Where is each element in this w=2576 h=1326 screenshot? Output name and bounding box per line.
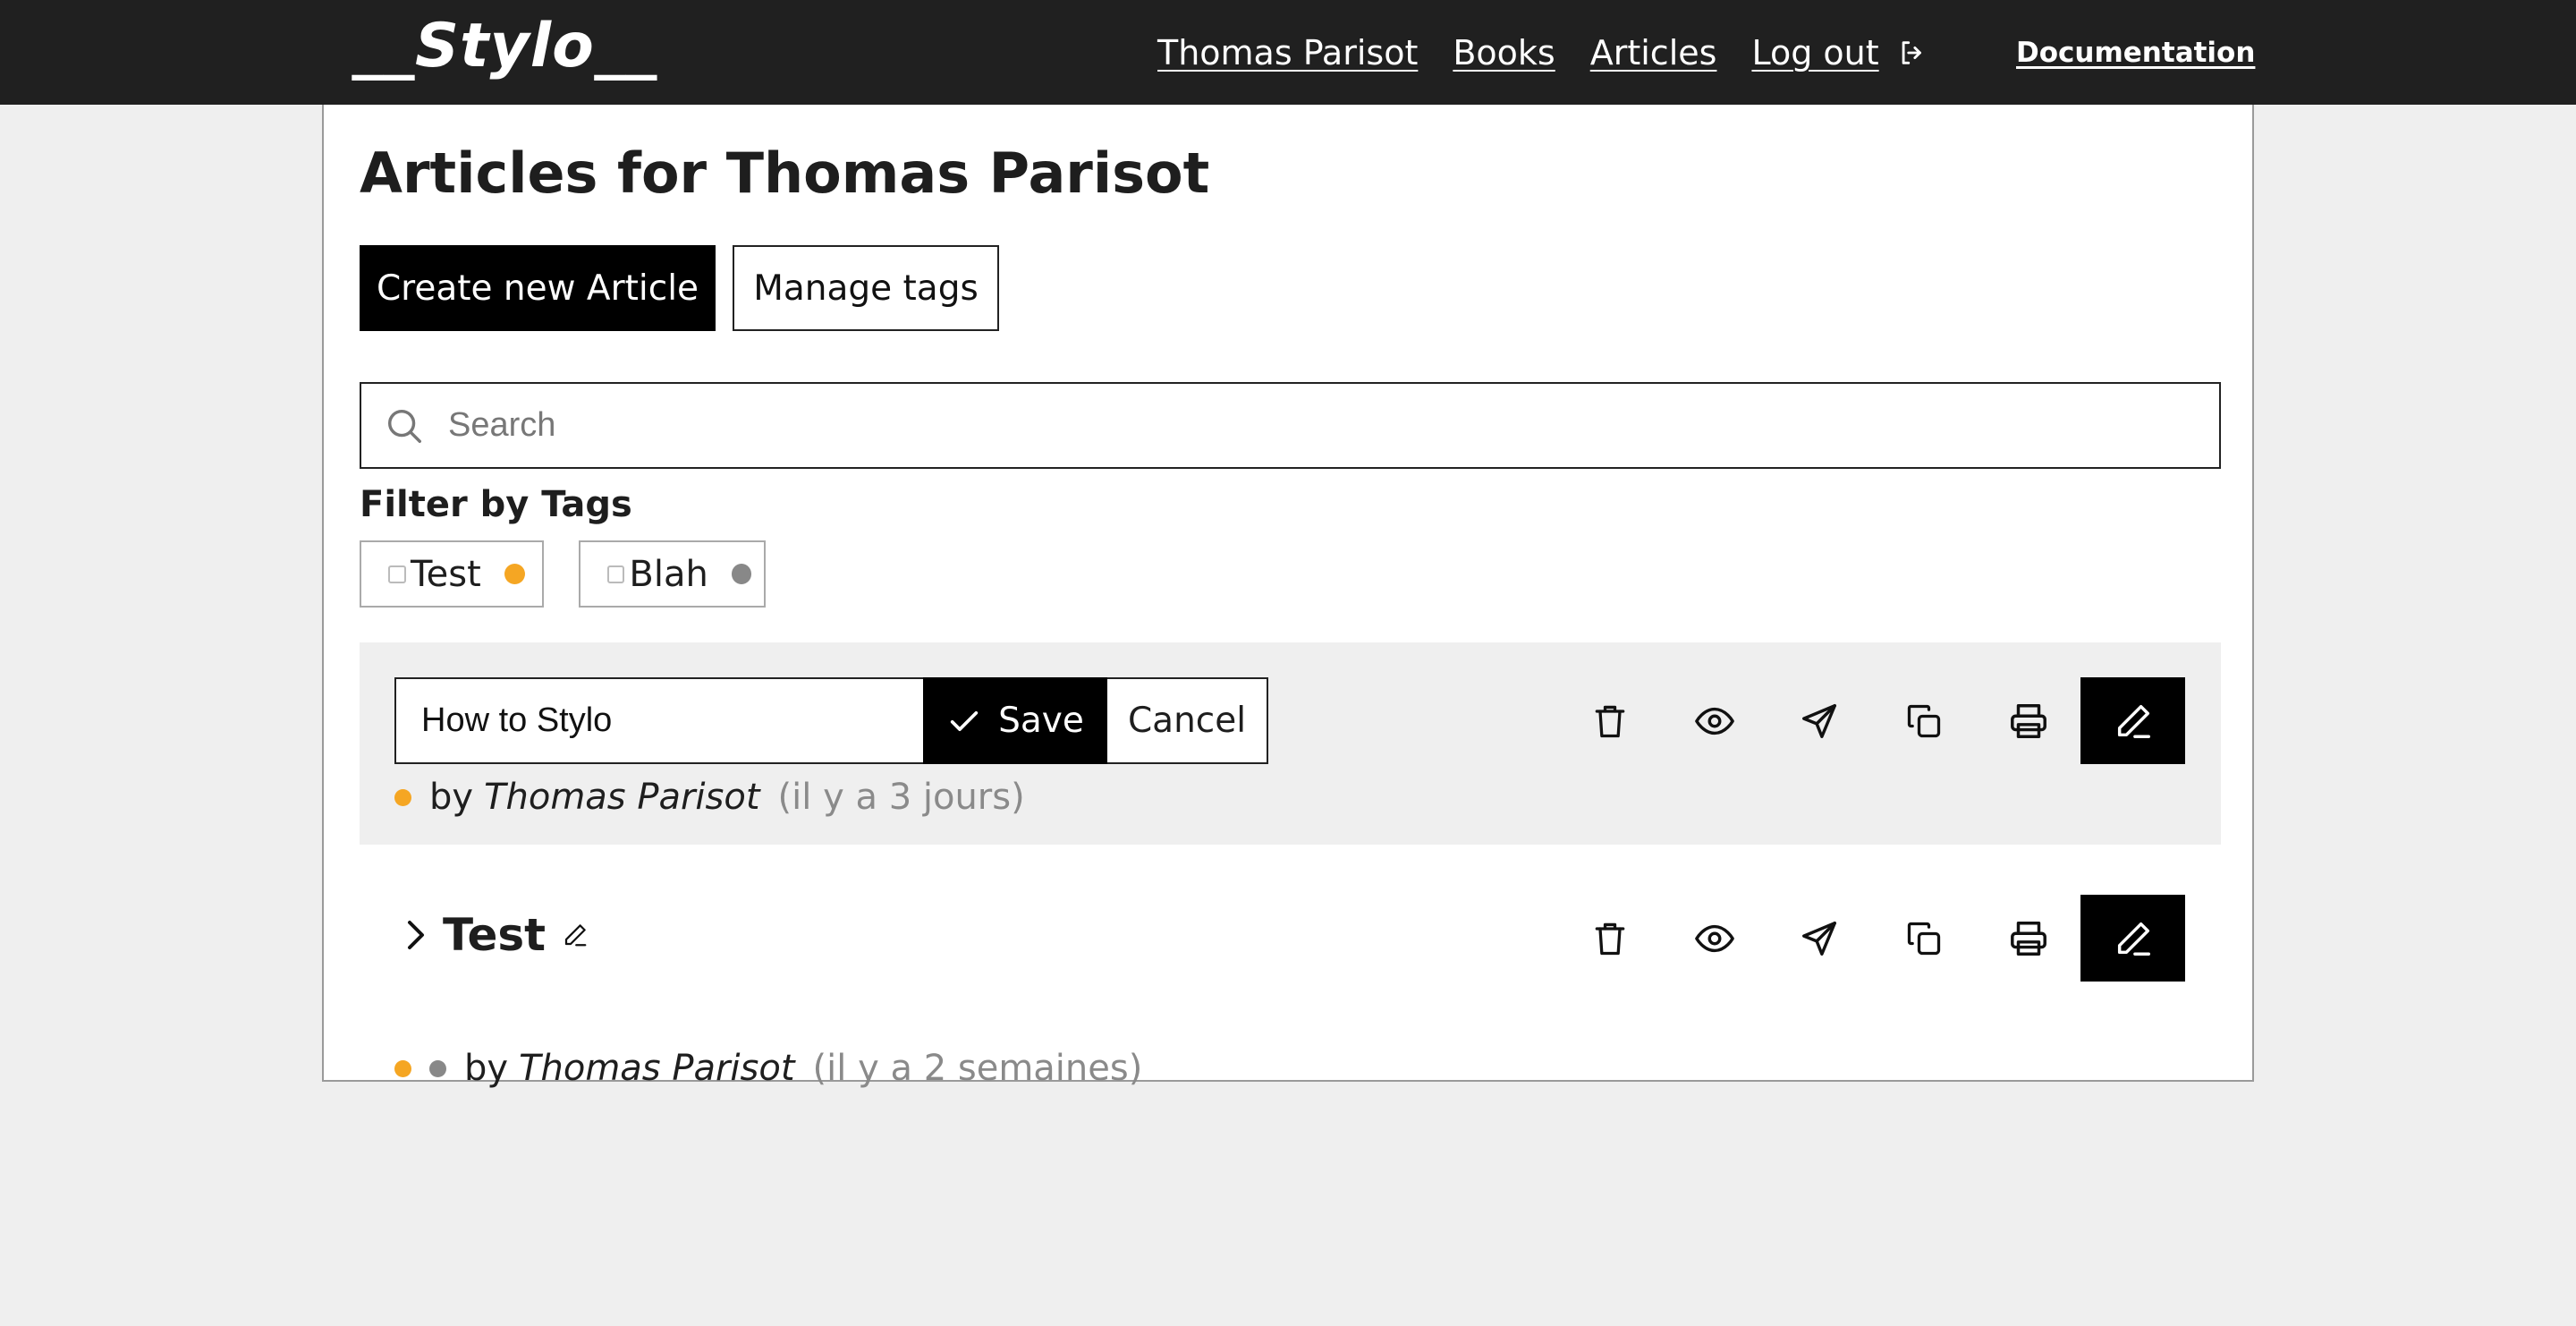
send-icon	[1801, 703, 1836, 738]
save-label: Save	[998, 701, 1084, 741]
edit-button[interactable]	[2080, 677, 2185, 764]
pencil-icon	[2117, 704, 2150, 738]
filter-by-tags-label: Filter by Tags	[360, 484, 632, 525]
search-input[interactable]	[448, 406, 2148, 445]
print-button[interactable]	[1976, 677, 2080, 764]
chevron-right-icon[interactable]	[402, 917, 428, 953]
main-nav: Thomas Parisot Books Articles Log out	[1157, 0, 1928, 105]
article-row: Test by Thomas Parisot (il y a 2 semaine…	[360, 845, 2221, 1089]
article-meta: by Thomas Parisot (il y a 3 jours)	[394, 777, 1025, 818]
relative-time: (il y a 3 jours)	[777, 777, 1025, 818]
copy-icon	[1907, 922, 1940, 955]
tag-dot	[394, 1059, 411, 1077]
edit-button[interactable]	[2080, 895, 2185, 982]
search-box	[360, 382, 2221, 469]
nav-books-link[interactable]: Books	[1453, 33, 1555, 72]
tag-color-dot	[731, 564, 751, 584]
articles-panel: Articles for Thomas Parisot Create new A…	[322, 105, 2254, 1089]
logout-icon	[1902, 40, 1921, 64]
share-button[interactable]	[1767, 677, 1871, 764]
article-title-text[interactable]: Test	[443, 909, 546, 961]
by-label: by	[429, 777, 474, 818]
tag-dot	[394, 788, 411, 806]
top-navigation-bar: __Stylo__ Thomas Parisot Books Articles …	[0, 0, 2576, 105]
article-row: Save Cancel by Thomas Parisot (il y a 3 …	[360, 642, 2221, 845]
nav-logout-link[interactable]: Log out	[1751, 33, 1927, 72]
duplicate-button[interactable]	[1871, 677, 1976, 764]
copy-icon	[1907, 704, 1940, 737]
tag-checkbox[interactable]	[607, 565, 625, 583]
nav-user-link[interactable]: Thomas Parisot	[1157, 33, 1418, 72]
printer-icon	[2010, 703, 2046, 738]
eye-icon	[1694, 707, 1734, 735]
tag-dot	[429, 1059, 446, 1077]
delete-button[interactable]	[1557, 895, 1662, 982]
by-label: by	[464, 1048, 509, 1089]
send-icon	[1801, 921, 1836, 956]
preview-button[interactable]	[1662, 677, 1767, 764]
tag-checkbox[interactable]	[388, 565, 406, 583]
article-title-input[interactable]	[394, 677, 924, 764]
manage-tags-button[interactable]: Manage tags	[733, 245, 999, 331]
article-meta: by Thomas Parisot (il y a 2 semaines)	[394, 1048, 1142, 1089]
tag-color-dot	[504, 564, 525, 584]
delete-button[interactable]	[1557, 677, 1662, 764]
eye-icon	[1694, 924, 1734, 952]
logout-label: Log out	[1751, 32, 1879, 72]
share-button[interactable]	[1767, 895, 1871, 982]
print-button[interactable]	[1976, 895, 2080, 982]
tag-label: Blah	[629, 553, 708, 595]
cancel-button[interactable]: Cancel	[1107, 677, 1268, 764]
author-name: Thomas Parisot	[484, 777, 760, 818]
create-article-button[interactable]: Create new Article	[360, 245, 716, 331]
check-icon	[950, 710, 979, 731]
tag-filter-test[interactable]: Test	[360, 540, 544, 608]
preview-button[interactable]	[1662, 895, 1767, 982]
documentation-link[interactable]: Documentation	[2016, 0, 2255, 105]
printer-icon	[2010, 921, 2046, 956]
trash-icon	[1595, 922, 1624, 955]
tag-label: Test	[411, 553, 481, 595]
author-name: Thomas Parisot	[519, 1048, 795, 1089]
rename-pencil-icon[interactable]	[562, 922, 589, 948]
duplicate-button[interactable]	[1871, 895, 1976, 982]
nav-articles-link[interactable]: Articles	[1590, 33, 1717, 72]
tag-filter-blah[interactable]: Blah	[579, 540, 766, 608]
search-icon	[387, 409, 421, 443]
relative-time: (il y a 2 semaines)	[812, 1048, 1143, 1089]
save-button[interactable]: Save	[923, 677, 1107, 764]
article-actions	[1557, 895, 2185, 982]
article-title: Test	[402, 909, 589, 961]
article-actions	[1557, 677, 2185, 764]
trash-icon	[1595, 705, 1624, 737]
pencil-icon	[2117, 922, 2150, 956]
stylo-logo[interactable]: __Stylo__	[352, 11, 657, 81]
page-title: Articles for Thomas Parisot	[360, 140, 1210, 206]
